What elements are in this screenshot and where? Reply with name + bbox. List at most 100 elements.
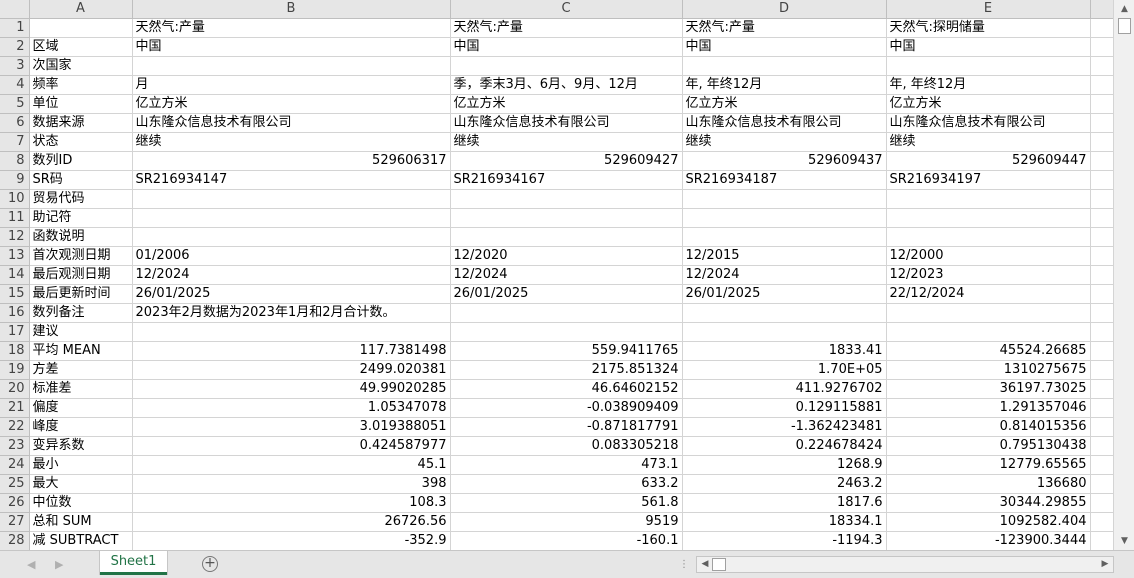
cell-d[interactable]: 中国: [682, 37, 887, 57]
cell-a[interactable]: 偏度: [29, 398, 133, 418]
cell-e[interactable]: 山东隆众信息技术有限公司: [886, 113, 1091, 133]
cell-a[interactable]: 建议: [29, 322, 133, 342]
cell-e[interactable]: 1.291357046: [886, 398, 1091, 418]
cell-d[interactable]: [682, 208, 887, 228]
cell-d[interactable]: 天然气:产量: [682, 18, 887, 38]
cell-c[interactable]: [450, 56, 683, 76]
vertical-scroll-thumb[interactable]: [1118, 18, 1131, 34]
cell-a[interactable]: 数列备注: [29, 303, 133, 323]
cell-f[interactable]: [1090, 360, 1113, 380]
cell-c[interactable]: SR216934167: [450, 170, 683, 190]
cell-b[interactable]: 12/2024: [132, 265, 451, 285]
cell-a[interactable]: 数据来源: [29, 113, 133, 133]
cell-c[interactable]: -0.038909409: [450, 398, 683, 418]
row-header[interactable]: 5: [0, 94, 30, 114]
cell-a[interactable]: [29, 18, 133, 38]
cell-f[interactable]: [1090, 132, 1113, 152]
cell-d[interactable]: 12/2015: [682, 246, 887, 266]
scroll-left-icon[interactable]: ◀: [698, 557, 712, 572]
row-header[interactable]: 10: [0, 189, 30, 209]
row-header[interactable]: 17: [0, 322, 30, 342]
cell-d[interactable]: 1833.41: [682, 341, 887, 361]
cell-f[interactable]: [1090, 379, 1113, 399]
cell-f[interactable]: [1090, 436, 1113, 456]
cell-b[interactable]: 2023年2月数据为2023年1月和2月合计数。: [132, 303, 451, 323]
cell-b[interactable]: SR216934147: [132, 170, 451, 190]
cell-f[interactable]: [1090, 75, 1113, 95]
cell-b[interactable]: 26/01/2025: [132, 284, 451, 304]
cell-d[interactable]: [682, 227, 887, 247]
cell-d[interactable]: 2463.2: [682, 474, 887, 494]
cell-a[interactable]: 状态: [29, 132, 133, 152]
cell-d[interactable]: 529609437: [682, 151, 887, 171]
cell-f[interactable]: [1090, 56, 1113, 76]
cell-c[interactable]: 继续: [450, 132, 683, 152]
cell-c[interactable]: 633.2: [450, 474, 683, 494]
cell-d[interactable]: [682, 189, 887, 209]
cell-b[interactable]: [132, 322, 451, 342]
tab-splitter-handle[interactable]: ⋮: [679, 559, 689, 570]
cell-c[interactable]: 529609427: [450, 151, 683, 171]
select-all-corner[interactable]: [0, 0, 30, 19]
cell-e[interactable]: 136680: [886, 474, 1091, 494]
cell-f[interactable]: [1090, 493, 1113, 513]
row-header[interactable]: 13: [0, 246, 30, 266]
cell-f[interactable]: [1090, 322, 1113, 342]
add-sheet-icon[interactable]: +: [202, 556, 218, 572]
cell-e[interactable]: 继续: [886, 132, 1091, 152]
cell-b[interactable]: 0.424587977: [132, 436, 451, 456]
column-header-e[interactable]: E: [886, 0, 1091, 19]
cell-c[interactable]: 26/01/2025: [450, 284, 683, 304]
cell-d[interactable]: -1.362423481: [682, 417, 887, 437]
cell-a[interactable]: 频率: [29, 75, 133, 95]
cell-b[interactable]: [132, 227, 451, 247]
cell-a[interactable]: 最后更新时间: [29, 284, 133, 304]
cell-a[interactable]: 最小: [29, 455, 133, 475]
cell-c[interactable]: 559.9411765: [450, 341, 683, 361]
cell-f[interactable]: [1090, 531, 1113, 550]
cell-e[interactable]: [886, 227, 1091, 247]
cell-a[interactable]: 平均 MEAN: [29, 341, 133, 361]
cell-f[interactable]: [1090, 474, 1113, 494]
cell-d[interactable]: 山东隆众信息技术有限公司: [682, 113, 887, 133]
row-header[interactable]: 24: [0, 455, 30, 475]
cell-b[interactable]: 中国: [132, 37, 451, 57]
row-header[interactable]: 28: [0, 531, 30, 550]
cell-e[interactable]: 12/2023: [886, 265, 1091, 285]
cell-f[interactable]: [1090, 170, 1113, 190]
horizontal-scroll-thumb[interactable]: [712, 558, 726, 571]
cell-d[interactable]: 0.129115881: [682, 398, 887, 418]
vertical-scrollbar[interactable]: ▲ ▼: [1113, 0, 1134, 550]
cell-b[interactable]: 亿立方米: [132, 94, 451, 114]
cell-e[interactable]: 年, 年终12月: [886, 75, 1091, 95]
cell-e[interactable]: -123900.3444: [886, 531, 1091, 550]
tab-nav-prev-icon[interactable]: ◀: [27, 558, 35, 571]
cell-c[interactable]: 0.083305218: [450, 436, 683, 456]
cell-a[interactable]: 变异系数: [29, 436, 133, 456]
cell-c[interactable]: [450, 322, 683, 342]
cell-c[interactable]: 季，季末3月、6月、9月、12月: [450, 75, 683, 95]
row-header[interactable]: 6: [0, 113, 30, 133]
cell-b[interactable]: 398: [132, 474, 451, 494]
cell-a[interactable]: 最后观测日期: [29, 265, 133, 285]
row-header[interactable]: 3: [0, 56, 30, 76]
cell-c[interactable]: [450, 227, 683, 247]
cell-a[interactable]: 助记符: [29, 208, 133, 228]
cell-c[interactable]: 亿立方米: [450, 94, 683, 114]
row-header[interactable]: 22: [0, 417, 30, 437]
cell-b[interactable]: [132, 208, 451, 228]
cell-d[interactable]: -1194.3: [682, 531, 887, 550]
cell-e[interactable]: 12/2000: [886, 246, 1091, 266]
cell-a[interactable]: 方差: [29, 360, 133, 380]
cell-d[interactable]: 411.9276702: [682, 379, 887, 399]
cell-b[interactable]: 108.3: [132, 493, 451, 513]
cell-a[interactable]: 区域: [29, 37, 133, 57]
column-header-b[interactable]: B: [132, 0, 451, 19]
cell-e[interactable]: [886, 189, 1091, 209]
row-header[interactable]: 8: [0, 151, 30, 171]
cell-e[interactable]: 30344.29855: [886, 493, 1091, 513]
cell-c[interactable]: 12/2020: [450, 246, 683, 266]
row-header[interactable]: 14: [0, 265, 30, 285]
cell-f[interactable]: [1090, 151, 1113, 171]
cell-d[interactable]: 18334.1: [682, 512, 887, 532]
